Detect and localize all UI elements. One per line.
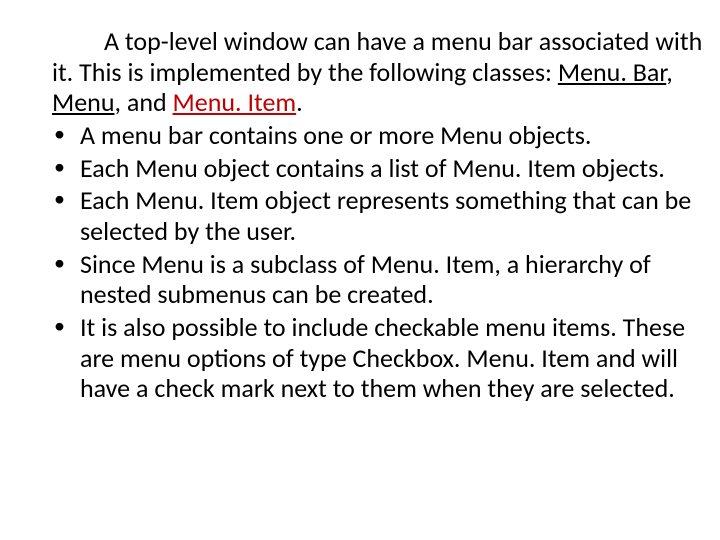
intro-post: .	[296, 86, 303, 118]
list-item: Each Menu object contains a list of Menu…	[52, 153, 704, 184]
bullet-text: A menu bar contains one or more Menu obj…	[80, 119, 592, 151]
slide-body: A top-level window can have a menu bar a…	[0, 0, 720, 426]
intro-paragraph: A top-level window can have a menu bar a…	[52, 26, 704, 118]
list-item: A menu bar contains one or more Menu obj…	[52, 120, 704, 151]
bullet-text: It is also possible to include checkable…	[80, 311, 685, 404]
intro-sep2: , and	[115, 86, 173, 118]
class-menubar: Menu. Bar	[558, 56, 666, 88]
list-item: Since Menu is a subclass of Menu. Item, …	[52, 249, 704, 310]
intro-sep1: ,	[666, 56, 673, 88]
bullet-text: Since Menu is a subclass of Menu. Item, …	[80, 248, 651, 311]
list-item: It is also possible to include checkable…	[52, 312, 704, 404]
bullet-list: A menu bar contains one or more Menu obj…	[52, 120, 704, 404]
class-menu: Menu	[52, 86, 115, 118]
class-menuitem: Menu. Item	[173, 86, 297, 118]
bullet-text: Each Menu object contains a list of Menu…	[80, 152, 665, 184]
list-item: Each Menu. Item object represents someth…	[52, 185, 704, 246]
bullet-text: Each Menu. Item object represents someth…	[80, 184, 691, 247]
